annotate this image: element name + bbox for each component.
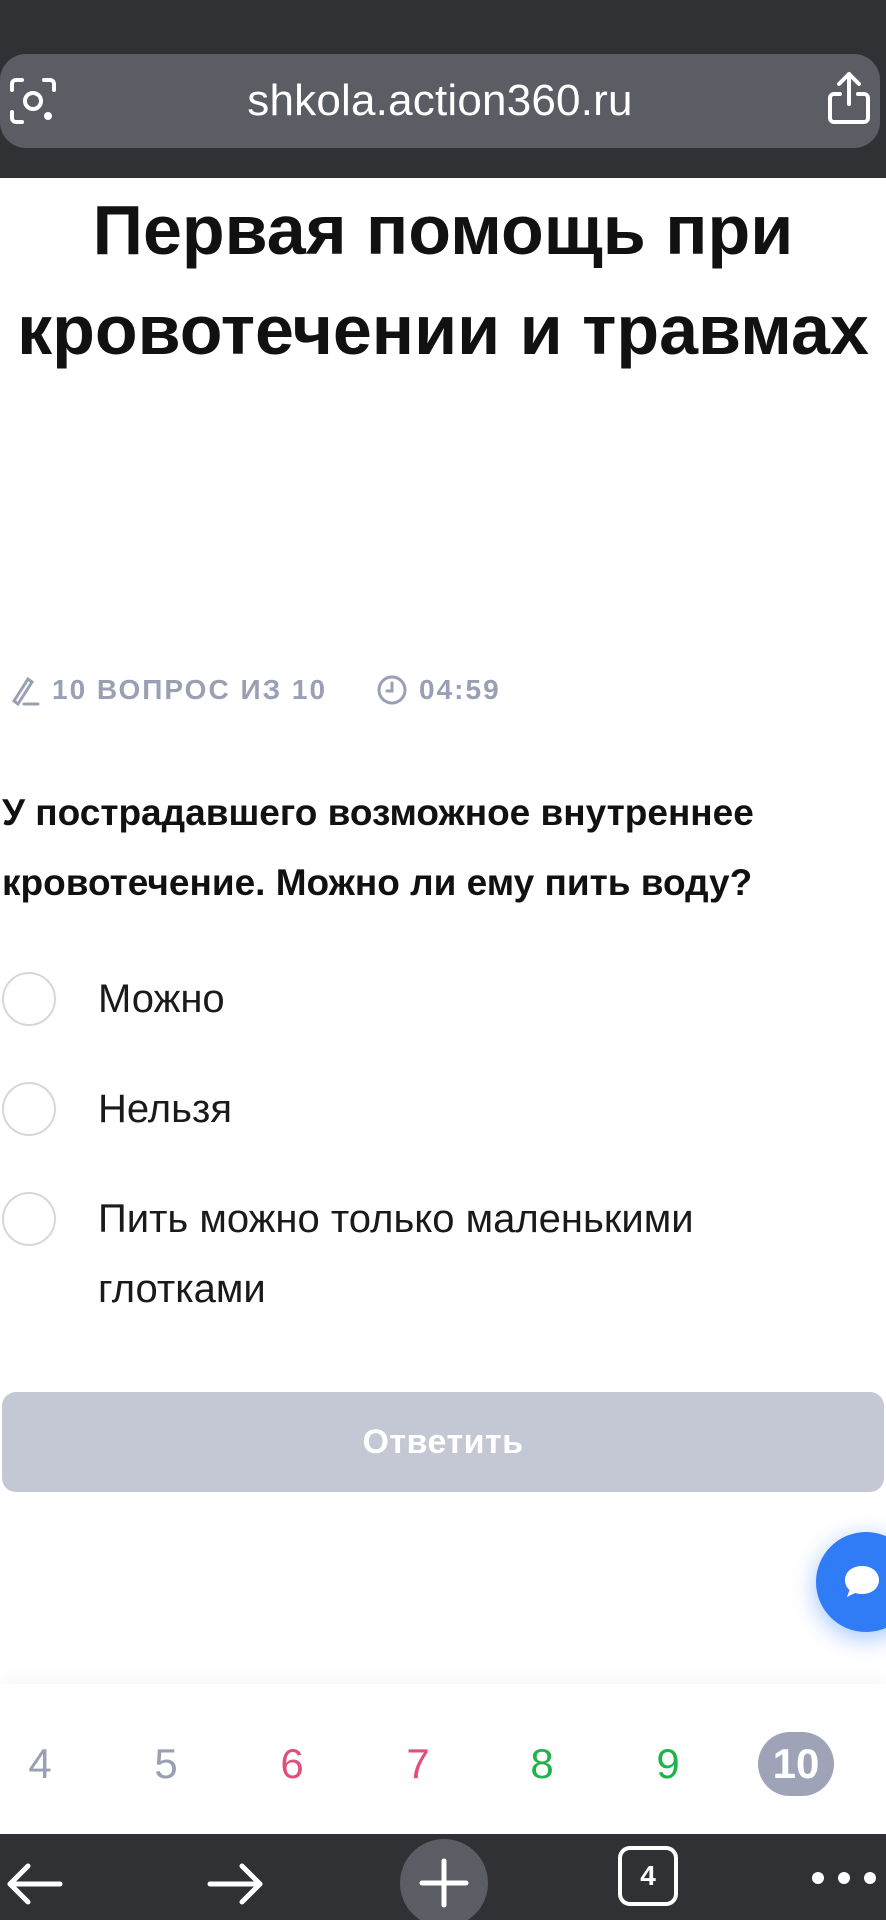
pager-item[interactable]: 5 [128,1732,204,1796]
pager-item[interactable]: 7 [380,1732,456,1796]
clock-icon [375,673,409,707]
answer-option[interactable]: Можно [0,964,886,1034]
pager-item[interactable]: 8 [504,1732,580,1796]
radio-button[interactable] [2,1192,56,1246]
answer-option-label[interactable]: Нельзя [98,1074,858,1144]
more-dots-icon[interactable] [808,1856,880,1900]
pencil-icon [8,673,42,707]
pager-item-current[interactable]: 10 [758,1732,834,1796]
answer-option[interactable]: Пить можно только маленькими глотками [0,1184,886,1324]
quiz-meta: 10 ВОПРОС ИЗ 10 04:59 [8,670,501,710]
forward-arrow-icon[interactable] [206,1854,266,1914]
browser-bottom-bar: 4 [0,1834,886,1920]
radio-button[interactable] [2,972,56,1026]
chat-bubble-icon [845,1566,879,1597]
answer-option[interactable]: Нельзя [0,1074,886,1144]
question-pager: 4 5 6 7 8 9 10 [0,1684,886,1834]
answer-option-label[interactable]: Можно [98,964,858,1034]
submit-answer-button[interactable]: Ответить [2,1392,884,1492]
question-progress: 10 ВОПРОС ИЗ 10 [52,674,328,705]
page-title: Первая помощь при кровотечении и травмах [17,191,869,369]
chat-button[interactable] [816,1532,886,1632]
radio-button[interactable] [2,1082,56,1136]
back-arrow-icon[interactable] [4,1854,64,1914]
tabs-icon[interactable]: 4 [618,1846,678,1906]
pager-item[interactable]: 9 [630,1732,706,1796]
share-icon[interactable] [826,70,872,126]
timer: 04:59 [419,674,501,705]
address-bar[interactable]: shkola.action360.ru [0,54,880,148]
answer-option-label[interactable]: Пить можно только маленькими глотками [98,1184,858,1324]
new-tab-plus-icon[interactable] [400,1839,488,1920]
question-text: У пострадавшего возможное внутреннее кро… [2,792,754,903]
browser-top-bar: shkola.action360.ru [0,0,886,178]
pager-item[interactable]: 4 [2,1732,78,1796]
url-text[interactable]: shkola.action360.ru [0,76,880,126]
pager-item[interactable]: 6 [254,1732,330,1796]
